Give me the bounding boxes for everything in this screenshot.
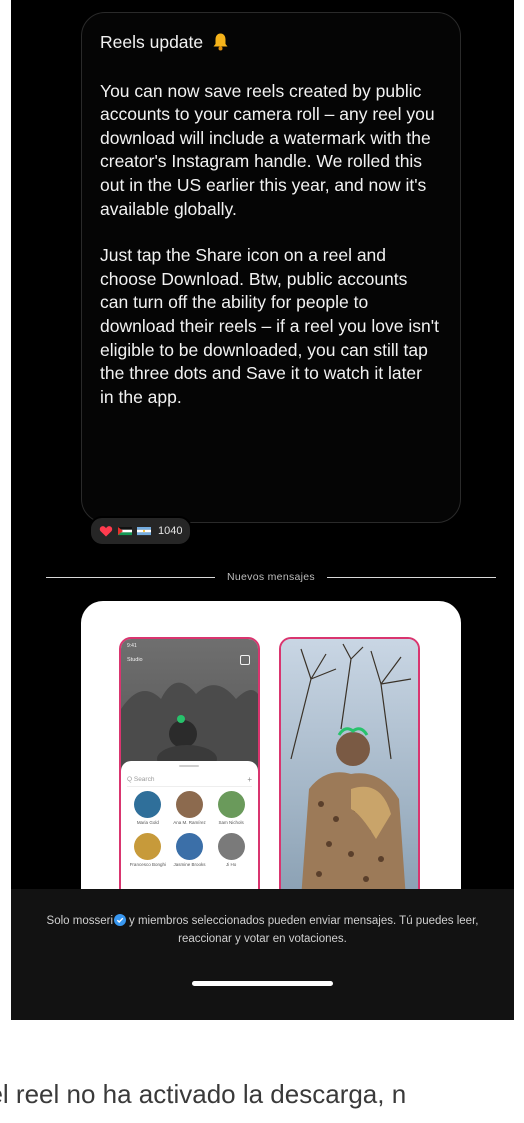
photo-scene [281,639,418,899]
divider-line [326,576,496,578]
sheet-handle [179,765,199,767]
message-paragraph: Just tap the Share icon on a reel and ch… [100,245,439,407]
message-title: Reels update [100,31,440,58]
reel-photo [279,637,420,901]
article-caption-text: del reel no ha activado la descarga, n [0,1079,407,1109]
contact-name: Francesco Bonghi [129,862,166,867]
avatar [217,833,245,860]
contact-name: Maria Gold [136,820,159,825]
image-attachment[interactable]: 9:41 Studio Q Search + Maria Gold Ana M. [81,601,461,931]
divider-label: Nuevos mensajes [227,571,315,583]
avatar [134,791,162,818]
message-bubble[interactable]: Reels update You can now save reels crea… [81,12,461,523]
reactions-pill[interactable]: 1040 [89,516,193,546]
add-people-icon: + [247,774,252,784]
footer-note-prefix: Solo mosseri [46,915,113,927]
bell-icon [212,32,229,58]
message-paragraph: You can now save reels created by public… [100,80,435,219]
contact-item: Sam Nichols [210,791,252,830]
contact-name: Sam Nichols [218,820,244,825]
contact-grid: Maria Gold Ana M. Ramírez Sam Nichols Fr… [127,791,252,872]
contact-item: Maria Gold [127,791,169,830]
contact-name: Ji Ho [226,862,237,867]
contact-name: Jasmine Brooks [173,862,206,867]
contact-item: Jasmine Brooks [169,833,211,872]
argentina-flag-icon [137,524,151,538]
palestine-flag-icon [118,524,132,538]
footer-note-suffix: y miembros seleccionados pueden enviar m… [129,915,479,945]
restricted-chat-footer: Solo mosseri y miembros seleccionados pue… [11,889,514,1020]
avatar [217,791,245,818]
reaction-count: 1040 [158,525,183,537]
share-sheet: Q Search + Maria Gold Ana M. Ramírez Sam… [121,761,258,899]
avatar [175,791,203,818]
contact-name: Ana M. Ramírez [173,820,206,825]
chat-screen: Reels update You can now save reels crea… [11,0,514,1020]
camera-icon [240,655,250,665]
message-title-text: Reels update [100,32,204,52]
divider-line [46,576,216,578]
status-time: 9:41 [127,643,137,649]
new-messages-divider: Nuevos mensajes [46,570,496,584]
screen-top-label: Studio [127,657,143,663]
contact-item: Francesco Bonghi [127,833,169,872]
search-placeholder: Q Search [127,775,155,783]
red-heart-icon [99,524,113,538]
search-field: Q Search + [127,772,252,787]
verified-badge-icon [114,914,126,931]
home-indicator[interactable] [192,981,333,986]
avatar [175,833,203,860]
app-screenshot-left: 9:41 Studio Q Search + Maria Gold Ana M. [119,637,260,901]
footer-note: Solo mosseri y miembros seleccionados pue… [31,913,494,947]
contact-item: Ana M. Ramírez [169,791,211,830]
avatar [134,833,162,860]
contact-item: Ji Ho [210,833,252,872]
